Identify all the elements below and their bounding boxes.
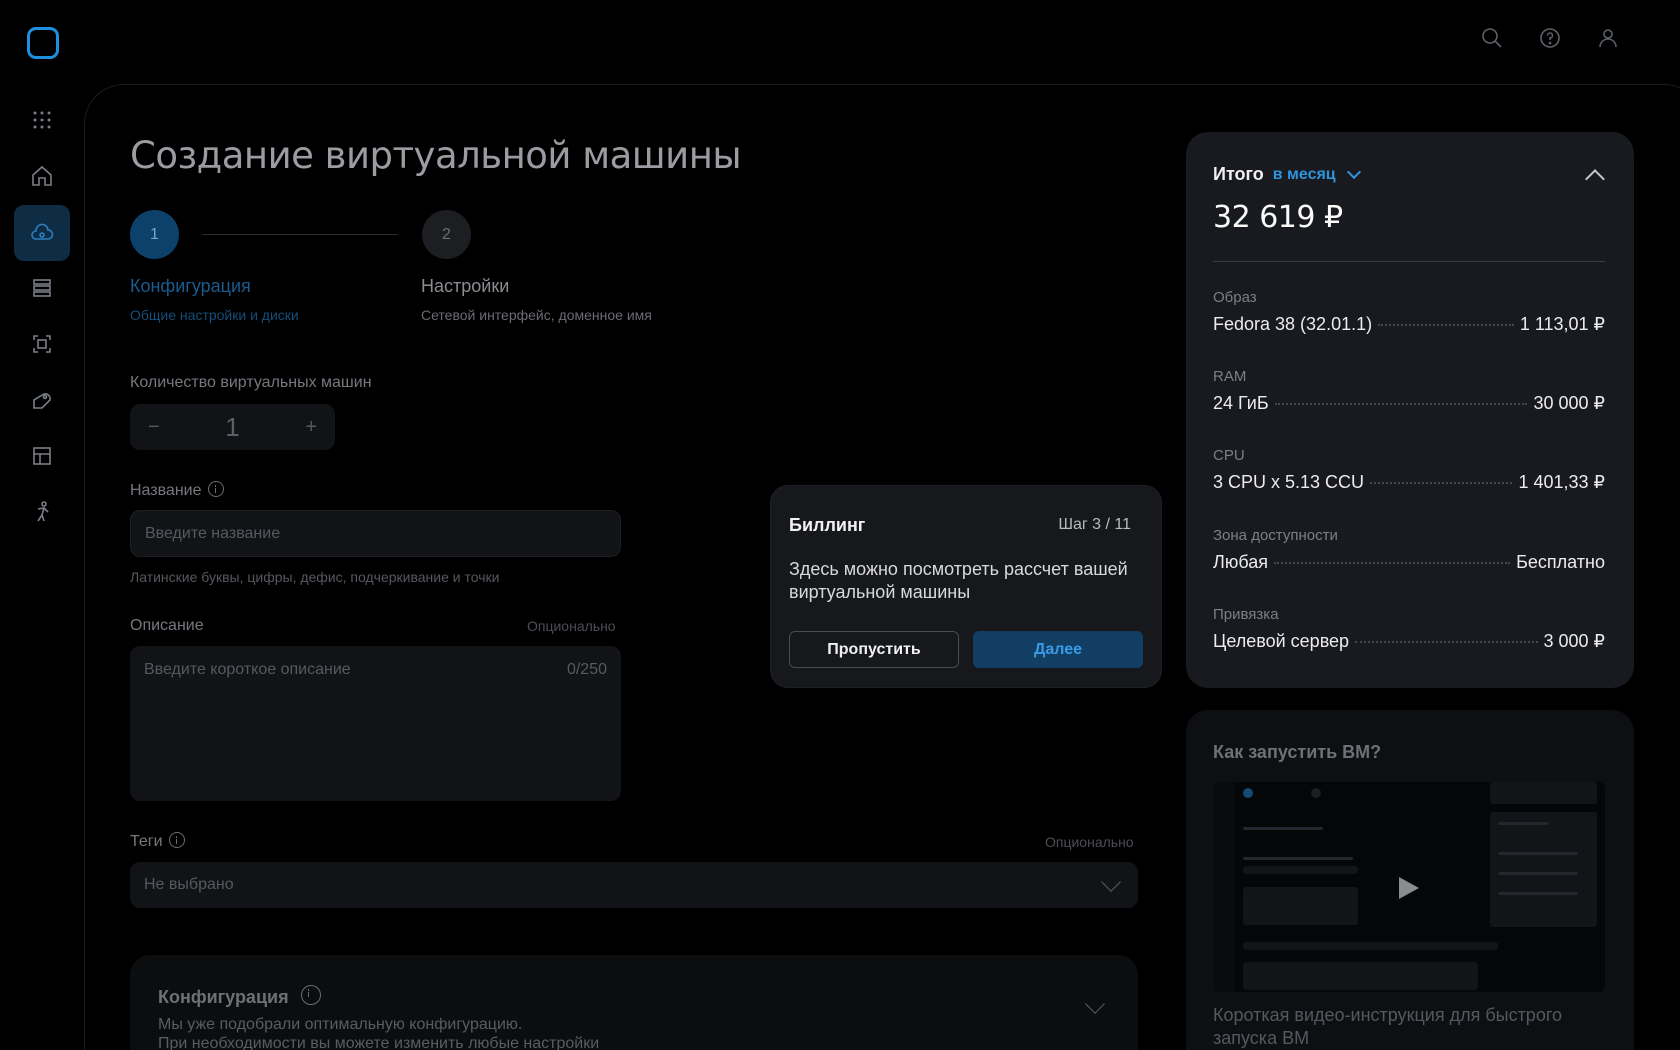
summary-row-category: Привязка: [1213, 606, 1279, 623]
user-icon[interactable]: [1596, 26, 1620, 50]
summary-row-price: 1 401,33 ₽: [1518, 472, 1605, 492]
popup-title: Биллинг: [789, 515, 866, 535]
description-label: Описание: [130, 617, 204, 634]
summary-row-name: 3 CPU x 5.13 CCU: [1213, 472, 1365, 492]
dotted-leader: [1370, 482, 1513, 484]
chevron-down-icon: [1101, 872, 1121, 892]
summary-row-price: 30 000 ₽: [1533, 393, 1605, 413]
home-icon[interactable]: [14, 148, 70, 204]
configuration-title: Конфигурация: [158, 987, 289, 1007]
billing-summary-card: Итого в месяц 32 619 ₽ Образ Fedora 38 (…: [1186, 132, 1634, 688]
dotted-leader: [1273, 562, 1511, 564]
increment-button[interactable]: +: [305, 416, 317, 439]
configuration-title-row: Конфигурация: [158, 985, 321, 1008]
step-1-title[interactable]: Конфигурация: [130, 276, 251, 297]
step-2-subtitle: Сетевой интерфейс, доменное имя: [421, 307, 652, 323]
summary-row-name: Целевой сервер: [1213, 631, 1350, 651]
video-title: Как запустить ВМ?: [1213, 742, 1382, 762]
summary-row: Образ Fedora 38 (32.01.1) 1 113,01 ₽: [1213, 289, 1605, 335]
summary-row-category: CPU: [1213, 447, 1245, 464]
summary-row-category: Зона доступности: [1213, 527, 1338, 544]
tags-label: Теги: [130, 833, 163, 850]
step-1-indicator[interactable]: 1: [130, 210, 179, 259]
summary-row: CPU 3 CPU x 5.13 CCU 1 401,33 ₽: [1213, 447, 1605, 493]
popup-step-counter: Шаг 3 / 11: [1058, 516, 1131, 533]
tags-select[interactable]: Не выбрано: [130, 862, 1138, 908]
apps-grid-icon[interactable]: [14, 92, 70, 148]
tools-icon[interactable]: [14, 372, 70, 428]
configuration-card[interactable]: Конфигурация Мы уже подобрали оптимальну…: [130, 955, 1138, 1050]
app-logo[interactable]: [27, 27, 59, 59]
summary-row-category: Образ: [1213, 289, 1257, 306]
name-input[interactable]: Введите название: [130, 510, 621, 557]
summary-row-name: Fedora 38 (32.01.1): [1213, 314, 1373, 334]
search-icon[interactable]: [1480, 26, 1504, 50]
step-2-indicator[interactable]: 2: [422, 210, 471, 259]
video-tutorial-card[interactable]: Как запустить ВМ? Короткая видео-инструк…: [1186, 710, 1634, 1050]
name-hint: Латинские буквы, цифры, дефис, подчеркив…: [130, 569, 500, 585]
summary-row: RAM 24 ГиБ 30 000 ₽: [1213, 368, 1605, 414]
dotted-leader: [1378, 324, 1514, 326]
summary-row-name: 24 ГиБ: [1213, 393, 1269, 413]
decrement-button[interactable]: −: [148, 416, 160, 439]
divider: [1213, 261, 1605, 262]
popup-text: Здесь можно посмотреть рассчет вашей вир…: [789, 559, 1128, 602]
vm-count-stepper: − 1 +: [130, 404, 335, 450]
tags-label-row: Теги: [130, 832, 185, 851]
play-icon[interactable]: [1399, 877, 1419, 899]
accessibility-icon[interactable]: [14, 484, 70, 540]
summary-total: 32 619 ₽: [1213, 200, 1343, 235]
dotted-leader: [1274, 403, 1528, 405]
summary-row: Зона доступности Любая Бесплатно: [1213, 527, 1605, 573]
tags-optional: Опционально: [1045, 834, 1134, 850]
summary-row-category: RAM: [1213, 368, 1247, 385]
description-textarea[interactable]: Введите короткое описание 0/250: [130, 646, 621, 801]
configuration-description: Мы уже подобрали оптимальную конфигураци…: [158, 1015, 758, 1050]
dotted-leader: [1355, 641, 1538, 643]
info-icon[interactable]: [168, 832, 185, 848]
layout-icon[interactable]: [14, 428, 70, 484]
step-2-title[interactable]: Настройки: [421, 276, 509, 297]
app-root: Создание виртуальной машины 1 2 Конфигур…: [0, 0, 1680, 1050]
cloud-server-icon[interactable]: [14, 205, 70, 261]
summary-title: Итого: [1213, 164, 1264, 184]
video-description: Короткая видео-инструкция для быстрого з…: [1213, 1005, 1563, 1048]
database-icon[interactable]: [14, 260, 70, 316]
summary-row-price: 1 113,01 ₽: [1519, 314, 1605, 334]
step-connector: [202, 234, 398, 235]
summary-row-price: 3 000 ₽: [1543, 631, 1606, 651]
onboarding-popup: Биллинг Шаг 3 / 11 Здесь можно посмотрет…: [770, 485, 1162, 688]
chevron-down-icon[interactable]: [1346, 164, 1361, 180]
container-icon[interactable]: [14, 316, 70, 372]
info-icon[interactable]: [300, 985, 321, 1005]
info-icon[interactable]: [207, 481, 224, 497]
summary-row: Привязка Целевой сервер 3 000 ₽: [1213, 606, 1605, 652]
tags-select-value: Не выбрано: [144, 876, 234, 893]
name-label: Название: [130, 482, 202, 499]
collapse-icon[interactable]: [1585, 169, 1605, 189]
name-label-row: Название: [130, 481, 224, 500]
period-selector[interactable]: в месяц: [1273, 166, 1336, 184]
page-title: Создание виртуальной машины: [130, 134, 742, 177]
configuration-desc-line-1: Мы уже подобрали оптимальную конфигураци…: [158, 1016, 523, 1033]
video-thumbnail[interactable]: [1213, 782, 1605, 992]
summary-header: Итого в месяц: [1213, 164, 1361, 185]
configuration-desc-line-2: При необходимости вы можете изменить люб…: [158, 1035, 600, 1050]
skip-button[interactable]: Пропустить: [789, 631, 959, 668]
description-counter: 0/250: [566, 661, 607, 678]
description-placeholder: Введите короткое описание: [144, 661, 351, 678]
vm-count-value[interactable]: 1: [225, 412, 239, 443]
summary-row-price: Бесплатно: [1516, 552, 1605, 572]
description-optional: Опционально: [527, 618, 616, 634]
help-icon[interactable]: [1538, 26, 1562, 50]
top-toolbar: [1480, 26, 1620, 50]
next-button[interactable]: Далее: [973, 631, 1143, 668]
summary-row-name: Любая: [1213, 552, 1268, 572]
chevron-down-icon[interactable]: [1085, 994, 1105, 1014]
step-1-subtitle: Общие настройки и диски: [130, 307, 299, 323]
vm-count-label: Количество виртуальных машин: [130, 374, 372, 391]
